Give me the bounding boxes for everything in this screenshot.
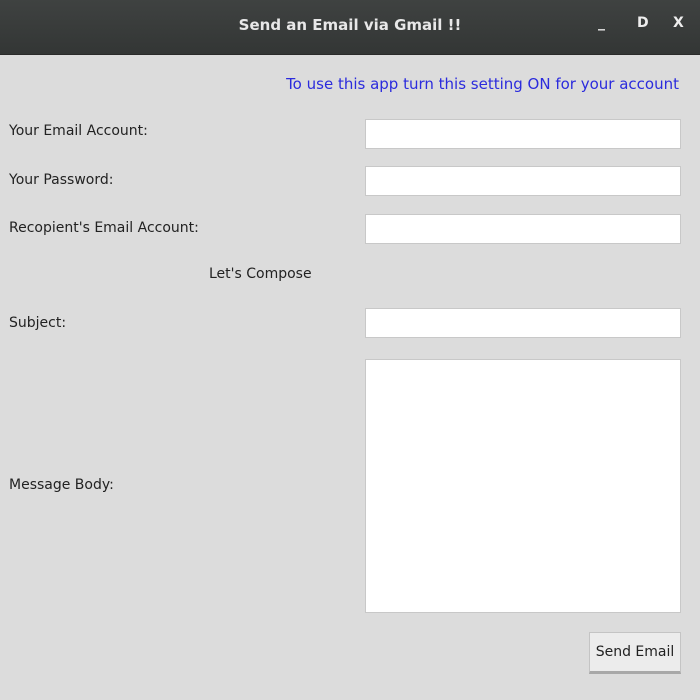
message-body-textarea[interactable]: [365, 359, 681, 613]
email-label: Your Email Account:: [9, 123, 148, 139]
window-title: Send an Email via Gmail !!: [238, 16, 462, 34]
close-button[interactable]: X: [673, 15, 684, 31]
password-label: Your Password:: [9, 172, 114, 188]
email-input[interactable]: [365, 119, 681, 149]
send-email-button[interactable]: Send Email: [589, 632, 681, 674]
subject-label: Subject:: [9, 315, 67, 331]
setting-link[interactable]: To use this app turn this setting ON for…: [286, 75, 679, 93]
message-body-label: Message Body:: [9, 477, 114, 493]
maximize-button[interactable]: D: [637, 15, 649, 31]
minimize-button[interactable]: _: [598, 15, 605, 31]
title-bar: Send an Email via Gmail !! _ D X: [0, 0, 700, 55]
recipient-input[interactable]: [365, 214, 681, 244]
password-input[interactable]: [365, 166, 681, 196]
subject-input[interactable]: [365, 308, 681, 338]
recipient-label: Recopient's Email Account:: [9, 220, 199, 236]
compose-heading: Let's Compose: [209, 266, 312, 282]
